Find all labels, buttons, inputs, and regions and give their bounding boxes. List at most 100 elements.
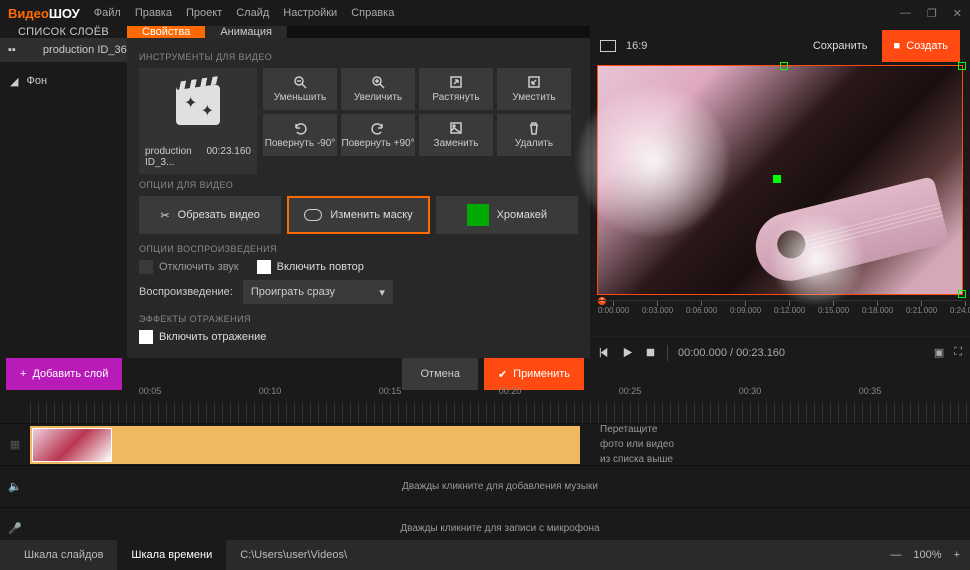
label-playback: Воспроизведение: (139, 286, 233, 298)
menu-settings[interactable]: Настройки (283, 7, 337, 19)
microphone-icon: 🎤 (0, 522, 30, 535)
scissors-icon: ✂ (160, 209, 169, 222)
video-clip[interactable] (30, 426, 580, 464)
tool-replace[interactable]: Заменить (419, 114, 493, 156)
menu-help[interactable]: Справка (351, 7, 394, 19)
aspect-ratio: 16:9 (626, 40, 647, 52)
mic-hint: Дважды кликните для записи с микрофона (30, 523, 970, 534)
tool-rotate-ccw[interactable]: Повернуть -90° (263, 114, 337, 156)
opt-chromakey[interactable]: Хромакей (436, 196, 578, 234)
drop-hint: Перетащитефото или видеоиз списка выше (600, 422, 674, 467)
preview-canvas[interactable] (598, 66, 962, 294)
section-video-opts: ОПЦИИ ДЛЯ ВИДЕО (139, 180, 578, 190)
timeline-ruler[interactable]: 00:0500:1000:1500:2000:2500:3000:35 (30, 383, 970, 403)
app-logo: ВидеоШОУ (8, 6, 80, 21)
checkbox-reflection[interactable] (139, 330, 153, 344)
zoom-in-button[interactable]: + (954, 549, 960, 561)
menu-project[interactable]: Проект (186, 7, 222, 19)
timeline-ticks[interactable] (30, 403, 970, 423)
opt-crop-video[interactable]: ✂Обрезать видео (139, 196, 281, 234)
mini-timeline[interactable]: 1 0:00.0000:03.0000:06.0000:09.0000:12.0… (598, 300, 962, 336)
snapshot-icon[interactable]: ▣ (934, 346, 944, 359)
select-playback[interactable]: Проиграть сразу▾ (243, 280, 393, 304)
layers-title: СПИСОК СЛОЁВ (0, 26, 127, 38)
tab-properties[interactable]: Свойства (127, 26, 205, 38)
resize-handle[interactable] (780, 62, 788, 70)
resize-handle[interactable] (958, 290, 966, 298)
time-display: 00:00.000 / 00:23.160 (678, 347, 785, 359)
clip-thumbnail (32, 428, 112, 462)
layer-item-background[interactable]: ◢ Фон (0, 62, 127, 100)
chevron-down-icon: ▾ (379, 286, 385, 299)
tool-delete[interactable]: Удалить (497, 114, 571, 156)
video-track-icon: ▦ (0, 438, 30, 451)
clapboard-icon: ✦✦ (176, 85, 220, 125)
clip-thumbnail-card: ✦✦ production ID_3...00:23.160 (139, 68, 257, 174)
menu-file[interactable]: Файл (94, 7, 121, 19)
zoom-in-icon (371, 75, 385, 89)
menubar: ВидеоШОУ Файл Правка Проект Слайд Настро… (0, 0, 970, 26)
clip-name: production ID_3... (145, 146, 207, 168)
trash-icon (527, 121, 541, 135)
close-icon[interactable]: ✕ (953, 7, 962, 20)
check-icon: ✔ (498, 368, 507, 381)
tool-zoom-out[interactable]: Уменьшить (263, 68, 337, 110)
layer-label: Фон (26, 75, 47, 87)
prev-frame-icon[interactable] (598, 346, 611, 359)
chromakey-swatch-icon (467, 204, 489, 226)
rotate-cw-icon (371, 121, 385, 135)
properties-panel: ИНСТРУМЕНТЫ ДЛЯ ВИДЕО ✦✦ production ID_3… (127, 38, 590, 358)
tab-animation[interactable]: Анимация (205, 26, 287, 38)
monitor-icon (600, 40, 616, 52)
zoom-out-button[interactable]: — (890, 549, 901, 561)
image-icon (449, 121, 463, 135)
camera-icon: ■ (894, 40, 901, 52)
save-button[interactable]: Сохранить (799, 30, 882, 62)
tab-slide-scale[interactable]: Шкала слайдов (10, 540, 117, 570)
menu-edit[interactable]: Правка (135, 7, 172, 19)
fit-icon (527, 75, 541, 89)
plus-icon: + (20, 368, 26, 380)
minimize-icon[interactable]: — (900, 7, 911, 20)
file-path: C:\Users\user\Videos\ (226, 540, 361, 570)
section-reflection: ЭФФЕКТЫ ОТРАЖЕНИЯ (139, 314, 578, 324)
resize-handle[interactable] (773, 175, 781, 183)
label-mute: Отключить звук (159, 261, 239, 273)
clip-duration: 00:23.160 (207, 146, 252, 168)
audio-track[interactable]: 🔈 Дважды кликните для добавления музыки (0, 465, 970, 507)
layers-header: СПИСОК СЛОЁВ Свойства Анимация (0, 26, 590, 38)
resize-handle[interactable] (958, 62, 966, 70)
zoom-level: 100% (913, 549, 941, 561)
rotate-ccw-icon (293, 121, 307, 135)
checkbox-mute[interactable] (139, 260, 153, 274)
fullscreen-icon[interactable]: ⛶ (954, 346, 962, 359)
zoom-out-icon (293, 75, 307, 89)
menu-slide[interactable]: Слайд (236, 7, 269, 19)
mask-icon (304, 209, 322, 221)
tool-zoom-in[interactable]: Увеличить (341, 68, 415, 110)
playback-controls: 00:00.000 / 00:23.160 ▣ ⛶ (590, 336, 970, 368)
layer-list: ▪▪ production ID_368... ◢ Фон (0, 38, 127, 358)
stop-icon[interactable] (644, 346, 657, 359)
statusbar: Шкала слайдов Шкала времени C:\Users\use… (0, 540, 970, 570)
speaker-icon: 🔈 (0, 480, 30, 493)
maximize-icon[interactable]: ❐ (927, 7, 937, 20)
tool-stretch[interactable]: Растянуть (419, 68, 493, 110)
label-loop: Включить повтор (277, 261, 364, 273)
tab-time-scale[interactable]: Шкала времени (117, 540, 226, 570)
music-hint: Дважды кликните для добавления музыки (30, 481, 970, 492)
video-track[interactable]: ▦ Перетащитефото или видеоиз списка выше (0, 423, 970, 465)
play-icon[interactable] (621, 346, 634, 359)
create-button[interactable]: ■Создать (882, 30, 960, 62)
label-reflection: Включить отражение (159, 331, 266, 343)
section-playback: ОПЦИИ ВОСПРОИЗВЕДЕНИЯ (139, 244, 578, 254)
stretch-icon (449, 75, 463, 89)
checkbox-loop[interactable] (257, 260, 271, 274)
background-layer-icon: ◢ (10, 75, 18, 88)
timeline: 00:0500:1000:1500:2000:2500:3000:35 ▦ Пе… (0, 383, 970, 540)
tool-fit[interactable]: Уместить (497, 68, 571, 110)
tool-rotate-cw[interactable]: Повернуть +90° (341, 114, 415, 156)
opt-change-mask[interactable]: Изменить маску (287, 196, 429, 234)
video-layer-icon: ▪▪ (8, 44, 16, 56)
section-tools: ИНСТРУМЕНТЫ ДЛЯ ВИДЕО (139, 52, 578, 62)
